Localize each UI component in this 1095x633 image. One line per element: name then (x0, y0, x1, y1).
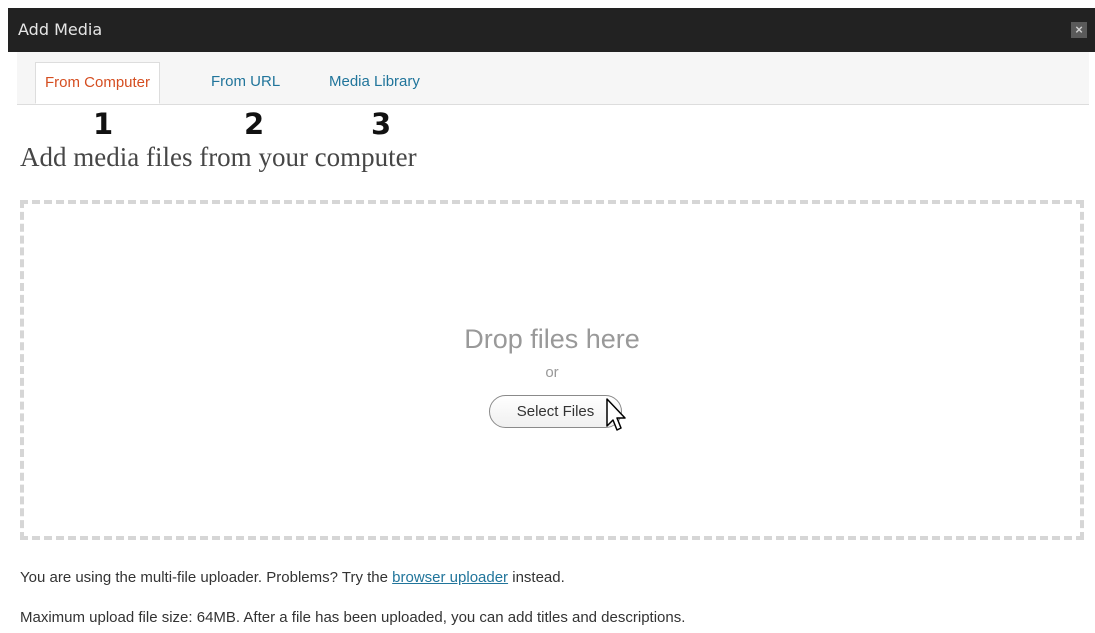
page-heading: Add media files from your computer (20, 142, 417, 172)
drop-zone[interactable]: Drop files here or Select Files (20, 200, 1084, 540)
drop-files-text: Drop files here (464, 324, 640, 354)
mouse-pointer-icon (606, 398, 626, 431)
max-upload-size-text: Maximum upload file size: 64MB. After a … (20, 609, 686, 626)
dialog-title: Add Media (18, 20, 103, 39)
tab-media-library[interactable]: Media Library (329, 62, 420, 104)
tab-from-computer[interactable]: From Computer (35, 62, 161, 104)
annotation-number-2: 2 (244, 107, 265, 141)
uploader-info-prefix: You are using the multi-file uploader. P… (20, 569, 393, 586)
uploader-info-text: You are using the multi-file uploader. P… (20, 569, 565, 586)
annotation-number-3: 3 (371, 107, 392, 141)
or-text: or (545, 364, 559, 381)
browser-uploader-link[interactable]: browser uploader (392, 569, 508, 586)
uploader-info-suffix: instead. (508, 569, 565, 586)
close-icon[interactable]: × (1071, 22, 1087, 38)
annotation-number-1: 1 (93, 107, 114, 141)
tab-bar: From Computer From URL Media Library (17, 52, 1089, 105)
tab-from-url[interactable]: From URL (211, 62, 280, 104)
select-files-button[interactable]: Select Files (489, 395, 622, 428)
dialog-titlebar: Add Media × (8, 8, 1095, 52)
